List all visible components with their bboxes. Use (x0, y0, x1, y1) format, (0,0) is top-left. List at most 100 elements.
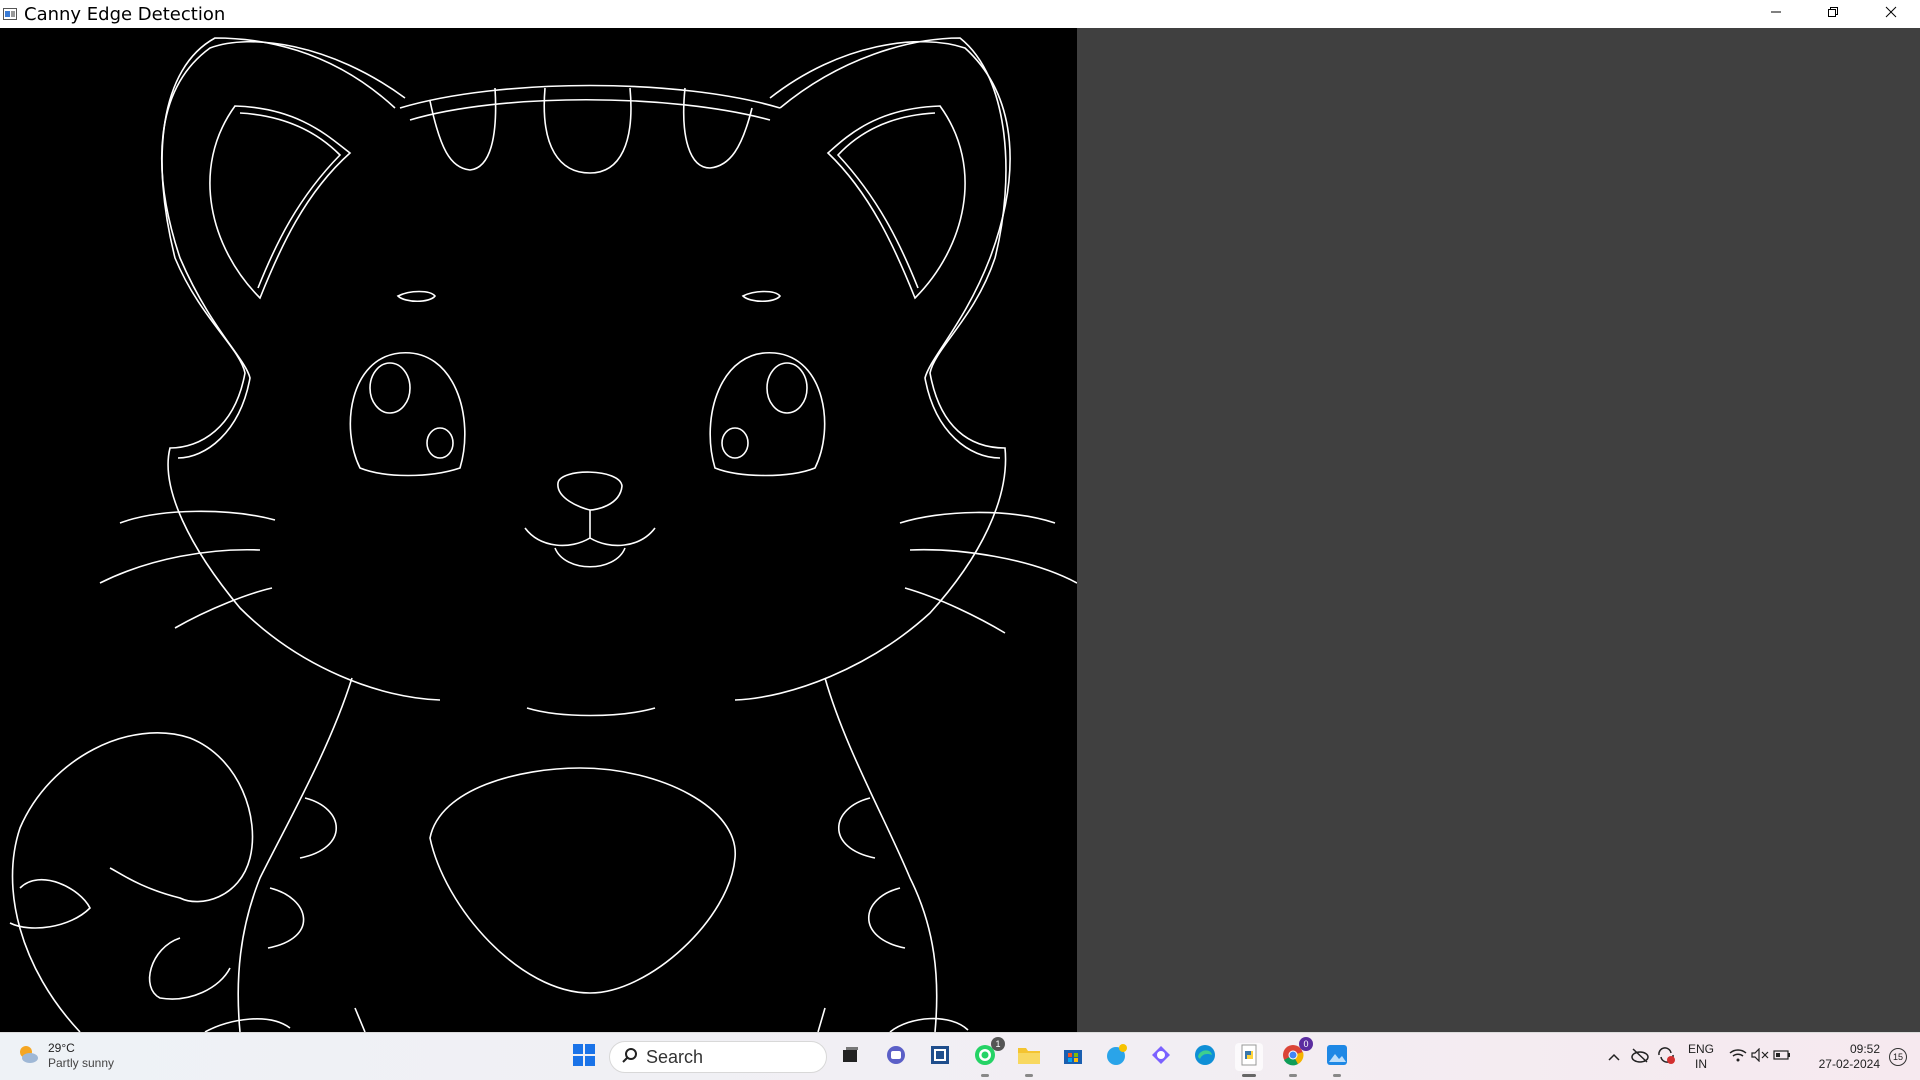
window-title: Canny Edge Detection (24, 3, 226, 25)
chrome-badge: 0 (1299, 1037, 1313, 1051)
task-view-button[interactable] (836, 1043, 864, 1071)
left-eye-highlight-small (426, 427, 454, 459)
tail-stripe-1 (9, 878, 91, 929)
windows-start-icon (573, 1043, 595, 1071)
head-left-outline-inner (161, 40, 406, 459)
search-label: Search (646, 1046, 704, 1067)
running-indicator (1333, 1074, 1341, 1077)
chevron-up-icon (1608, 1048, 1620, 1066)
right-eyebrow (741, 290, 782, 303)
whisker-l2 (99, 548, 261, 584)
onedrive-tray-button[interactable] (1628, 1043, 1652, 1071)
volume-button[interactable] (1748, 1043, 1772, 1071)
battery-icon (1773, 1048, 1791, 1066)
left-paw-line (354, 1007, 366, 1033)
window-client-area (0, 28, 1920, 1033)
body-stripe-r2 (867, 887, 906, 949)
network-button[interactable] (1726, 1043, 1750, 1071)
weather-widget[interactable]: 29°C Partly sunny (16, 1041, 114, 1071)
task-view-icon (840, 1045, 860, 1070)
partly-sunny-icon (16, 1042, 40, 1071)
belly-patch (429, 767, 736, 994)
teams-icon (885, 1044, 907, 1071)
store-icon (1062, 1044, 1084, 1071)
whatsapp-button[interactable]: 1 (971, 1037, 1005, 1077)
weather-temp: 29°C (48, 1041, 75, 1055)
title-bar: Canny Edge Detection (0, 0, 1920, 28)
widgets-button[interactable] (926, 1043, 954, 1071)
teams-button[interactable] (882, 1043, 910, 1071)
chat-button[interactable] (1103, 1043, 1131, 1071)
tail-stripe-2 (148, 937, 231, 1000)
chrome-button[interactable]: 0 (1279, 1037, 1313, 1077)
left-eyebrow (396, 290, 437, 303)
chin-line (526, 707, 656, 717)
copilot-icon (1150, 1044, 1172, 1071)
sync-tray-button[interactable] (1654, 1043, 1678, 1071)
right-ear (826, 105, 966, 300)
running-indicator (1242, 1074, 1256, 1077)
taskbar: 29°C Partly sunny Search 1 0 ENG IN 09:5… (0, 1032, 1920, 1080)
head-top-outline (399, 84, 781, 109)
running-indicator (1025, 1074, 1033, 1077)
restore-icon (1827, 5, 1839, 23)
head-left-outline (161, 37, 441, 701)
sync-error-icon (1656, 1046, 1676, 1069)
copilot-button[interactable] (1147, 1043, 1175, 1071)
store-button[interactable] (1059, 1043, 1087, 1071)
left-eye-highlight (369, 362, 411, 414)
photos-button[interactable] (1323, 1043, 1351, 1077)
show-hidden-icons-button[interactable] (1604, 1043, 1624, 1071)
left-eye (349, 352, 466, 477)
python-button[interactable] (1235, 1043, 1263, 1077)
minimize-button[interactable] (1747, 0, 1805, 28)
photos-icon (1326, 1044, 1348, 1071)
whisker-l3 (174, 587, 273, 629)
whisker-r2 (909, 548, 1078, 584)
windows-start-button[interactable] (570, 1043, 598, 1071)
whisker-r3 (904, 587, 1006, 634)
left-foot (204, 1018, 291, 1033)
restore-button[interactable] (1804, 0, 1862, 28)
body-stripe-l1 (299, 797, 338, 859)
right-eye (709, 352, 826, 477)
whisker-r1 (899, 511, 1056, 524)
body-stripe-l2 (267, 887, 305, 949)
close-icon (1885, 5, 1897, 23)
left-ear-inner (239, 112, 342, 289)
file-explorer-button[interactable] (1015, 1043, 1043, 1077)
python-icon (1238, 1043, 1260, 1072)
running-indicator (981, 1074, 989, 1077)
clock[interactable]: 09:52 27-02-2024 (1800, 1042, 1880, 1072)
app-icon (2, 6, 18, 22)
cat-edge-image (9, 37, 1078, 1033)
body-stripe-r1 (837, 797, 876, 859)
language-indicator[interactable]: ENG IN (1686, 1042, 1716, 1072)
edge-icon (1193, 1043, 1217, 1072)
right-foot (889, 1017, 969, 1033)
right-paw-line (817, 1007, 826, 1033)
language-top: ENG (1687, 1042, 1714, 1056)
tongue (554, 547, 626, 568)
notifications-button[interactable]: 15 (1886, 1043, 1910, 1071)
clock-time: 09:52 (1849, 1042, 1880, 1056)
edge-detection-canvas (0, 28, 1078, 1033)
weather-desc: Partly sunny (48, 1056, 115, 1070)
edge-button[interactable] (1191, 1043, 1219, 1071)
minimize-icon (1770, 5, 1782, 23)
right-ear-inner (836, 112, 936, 289)
search-box[interactable]: Search (609, 1041, 827, 1073)
widgets-icon (929, 1044, 951, 1071)
notification-count: 15 (1889, 1048, 1907, 1066)
volume-muted-icon (1751, 1047, 1769, 1067)
head-top-inner (409, 98, 771, 121)
whisker-l1 (119, 510, 276, 524)
close-button[interactable] (1862, 0, 1920, 28)
tail-outer (11, 732, 254, 1033)
wifi-icon (1729, 1048, 1747, 1067)
running-indicator (1289, 1074, 1297, 1077)
cloud-off-icon (1630, 1047, 1650, 1068)
battery-button[interactable] (1770, 1043, 1794, 1071)
head-right-outline (734, 37, 1007, 701)
clock-date: 27-02-2024 (1818, 1057, 1880, 1071)
